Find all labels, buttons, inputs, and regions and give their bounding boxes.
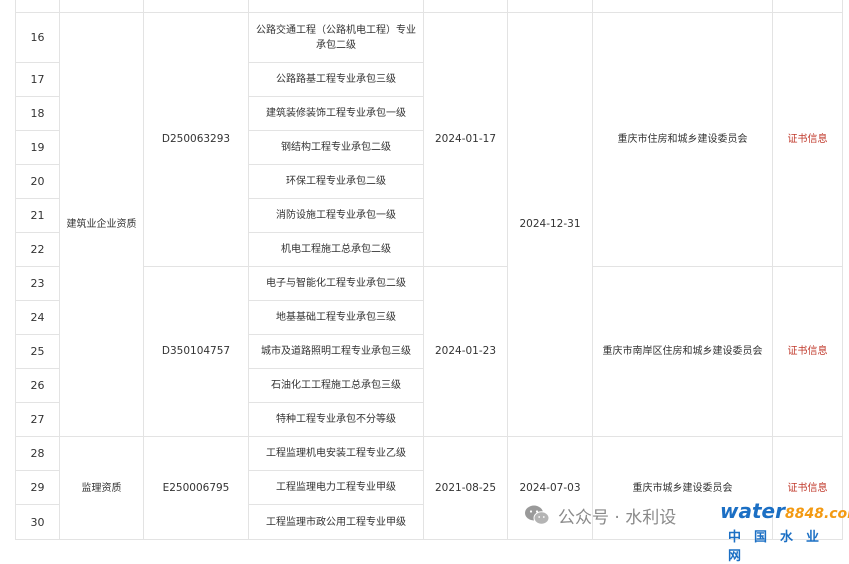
wechat-icon [525,505,550,525]
row-number: 21 [15,198,60,233]
row-number: 24 [15,300,60,335]
qualification-name: 石油化工工程施工总承包三级 [248,368,424,403]
row-number: 27 [15,402,60,437]
qualification-table: 16 建筑业企业资质 D250063293 公路交通工程（公路机电工程）专业承包… [15,0,843,540]
qualification-name: 地基基础工程专业承包三级 [248,300,424,335]
watermark-text: 公众号 · 水利设 [558,507,677,528]
qualification-name: 消防设施工程专业承包一级 [248,198,424,233]
cert-number: D250063293 [143,12,249,267]
issue-date: 2024-01-17 [423,12,508,267]
issue-date: 2024-01-23 [423,266,508,437]
site-logo: water8848.com [720,499,849,523]
row-number: 19 [15,130,60,165]
certificate-info-link[interactable]: 证书信息 [772,436,843,540]
issuing-authority: 重庆市住房和城乡建设委员会 [592,12,773,267]
qualification-name: 公路路基工程专业承包三级 [248,62,424,97]
row-number: 18 [15,96,60,131]
row-number: 26 [15,368,60,403]
qualification-name: 钢结构工程专业承包二级 [248,130,424,165]
row-number: 30 [15,504,60,540]
qualification-name: 环保工程专业承包二级 [248,164,424,199]
logo-number: 8848 [784,506,824,522]
table-row [15,0,843,13]
qualification-type: 监理资质 [59,436,144,540]
qualification-type: 建筑业企业资质 [59,12,144,437]
qualification-name: 特种工程专业承包不分等级 [248,402,424,437]
cert-number: E250006795 [143,436,249,540]
logo-subtitle: 中国水业网 [728,530,833,564]
certificate-info-link[interactable]: 证书信息 [772,266,843,437]
table-row: 28 监理资质 E250006795 工程监理机电安装工程专业乙级 2021-0… [15,436,843,540]
row-number: 23 [15,266,60,301]
issue-date: 2021-08-25 [423,436,508,540]
row-number: 16 [15,12,60,63]
row-number: 25 [15,334,60,369]
issuing-authority: 重庆市南岸区住房和城乡建设委员会 [592,266,773,437]
row-number: 20 [15,164,60,199]
row-number: 17 [15,62,60,97]
qualification-name: 城市及道路照明工程专业承包三级 [248,334,424,369]
qualification-name: 建筑装修装饰工程专业承包一级 [248,96,424,131]
qualification-name: 工程监理电力工程专业甲级 [248,470,424,505]
wechat-watermark: 公众号 · 水利设 [524,500,676,530]
table-row: 16 建筑业企业资质 D250063293 公路交通工程（公路机电工程）专业承包… [15,12,843,437]
qualification-name: 电子与智能化工程专业承包二级 [248,266,424,301]
qualification-name: 机电工程施工总承包二级 [248,232,424,267]
row-number: 22 [15,232,60,267]
qualification-name: 工程监理市政公用工程专业甲级 [248,504,424,540]
row-number: 29 [15,470,60,505]
certificate-info-link[interactable]: 证书信息 [772,12,843,267]
qualification-name: 公路交通工程（公路机电工程）专业承包二级 [248,12,424,63]
cert-number: D350104757 [143,266,249,437]
qualification-name: 工程监理机电安装工程专业乙级 [248,436,424,471]
expiry-date: 2024-12-31 [507,12,593,437]
logo-word: water [720,499,785,523]
row-number: 28 [15,436,60,471]
logo-suffix: .com [823,506,849,522]
